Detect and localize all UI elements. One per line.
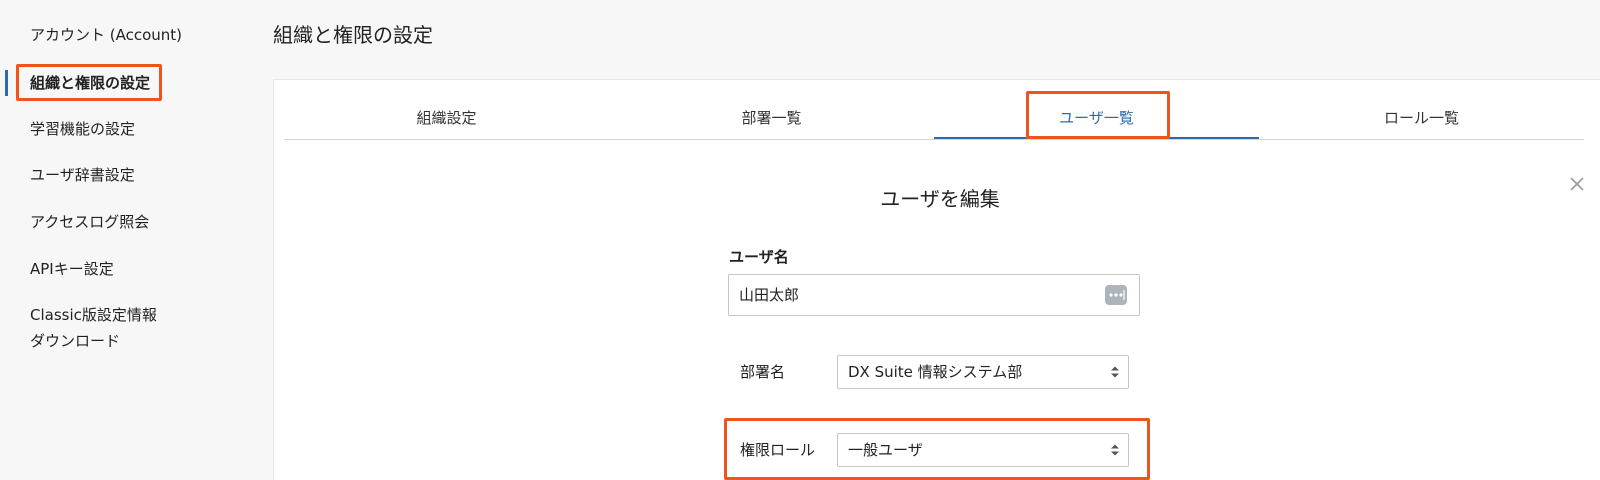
tab-role-list[interactable]: ロール一覧 <box>1259 97 1584 139</box>
tab-department-list[interactable]: 部署一覧 <box>609 97 934 139</box>
sidebar-active-indicator <box>5 70 8 96</box>
sidebar-item-user-dictionary[interactable]: ユーザ辞書設定 <box>30 162 135 188</box>
sidebar: アカウント (Account) 組織と権限の設定 学習機能の設定 ユーザ辞書設定… <box>0 0 262 480</box>
page-title: 組織と権限の設定 <box>273 23 433 47</box>
password-manager-icon[interactable] <box>1105 285 1127 305</box>
highlight-role-field <box>724 418 1150 480</box>
highlight-user-list-tab <box>1026 91 1170 139</box>
app-window: アカウント (Account) 組織と権限の設定 学習機能の設定 ユーザ辞書設定… <box>0 0 1600 480</box>
sidebar-item-access-log[interactable]: アクセスログ照会 <box>30 209 149 235</box>
sidebar-item-learning[interactable]: 学習機能の設定 <box>30 116 135 142</box>
username-value: 山田太郎 <box>739 286 800 304</box>
department-label: 部署名 <box>740 363 786 381</box>
close-icon <box>1570 177 1584 191</box>
sidebar-item-account[interactable]: アカウント (Account) <box>30 22 182 48</box>
department-select[interactable]: DX Suite 情報システム部 <box>837 355 1129 389</box>
sidebar-item-api-key[interactable]: APIキー設定 <box>30 256 114 282</box>
tab-org-settings[interactable]: 組織設定 <box>284 97 609 139</box>
username-label: ユーザ名 <box>729 248 789 266</box>
department-selected: DX Suite 情報システム部 <box>848 363 1023 381</box>
modal-title: ユーザを編集 <box>880 187 1000 211</box>
more-dots-icon <box>1109 290 1125 300</box>
select-arrows-icon <box>1111 366 1119 378</box>
highlight-sidebar-item <box>16 64 162 101</box>
close-button[interactable] <box>1566 173 1588 195</box>
sidebar-item-label-line2: ダウンロード <box>30 332 121 350</box>
sidebar-item-classic-download[interactable]: Classic版設定情報 ダウンロード <box>30 302 157 354</box>
sidebar-item-label-line1: Classic版設定情報 <box>30 306 157 324</box>
username-input[interactable]: 山田太郎 <box>728 274 1140 316</box>
tab-bar: 組織設定 部署一覧 ユーザ一覧 ロール一覧 <box>284 97 1584 140</box>
